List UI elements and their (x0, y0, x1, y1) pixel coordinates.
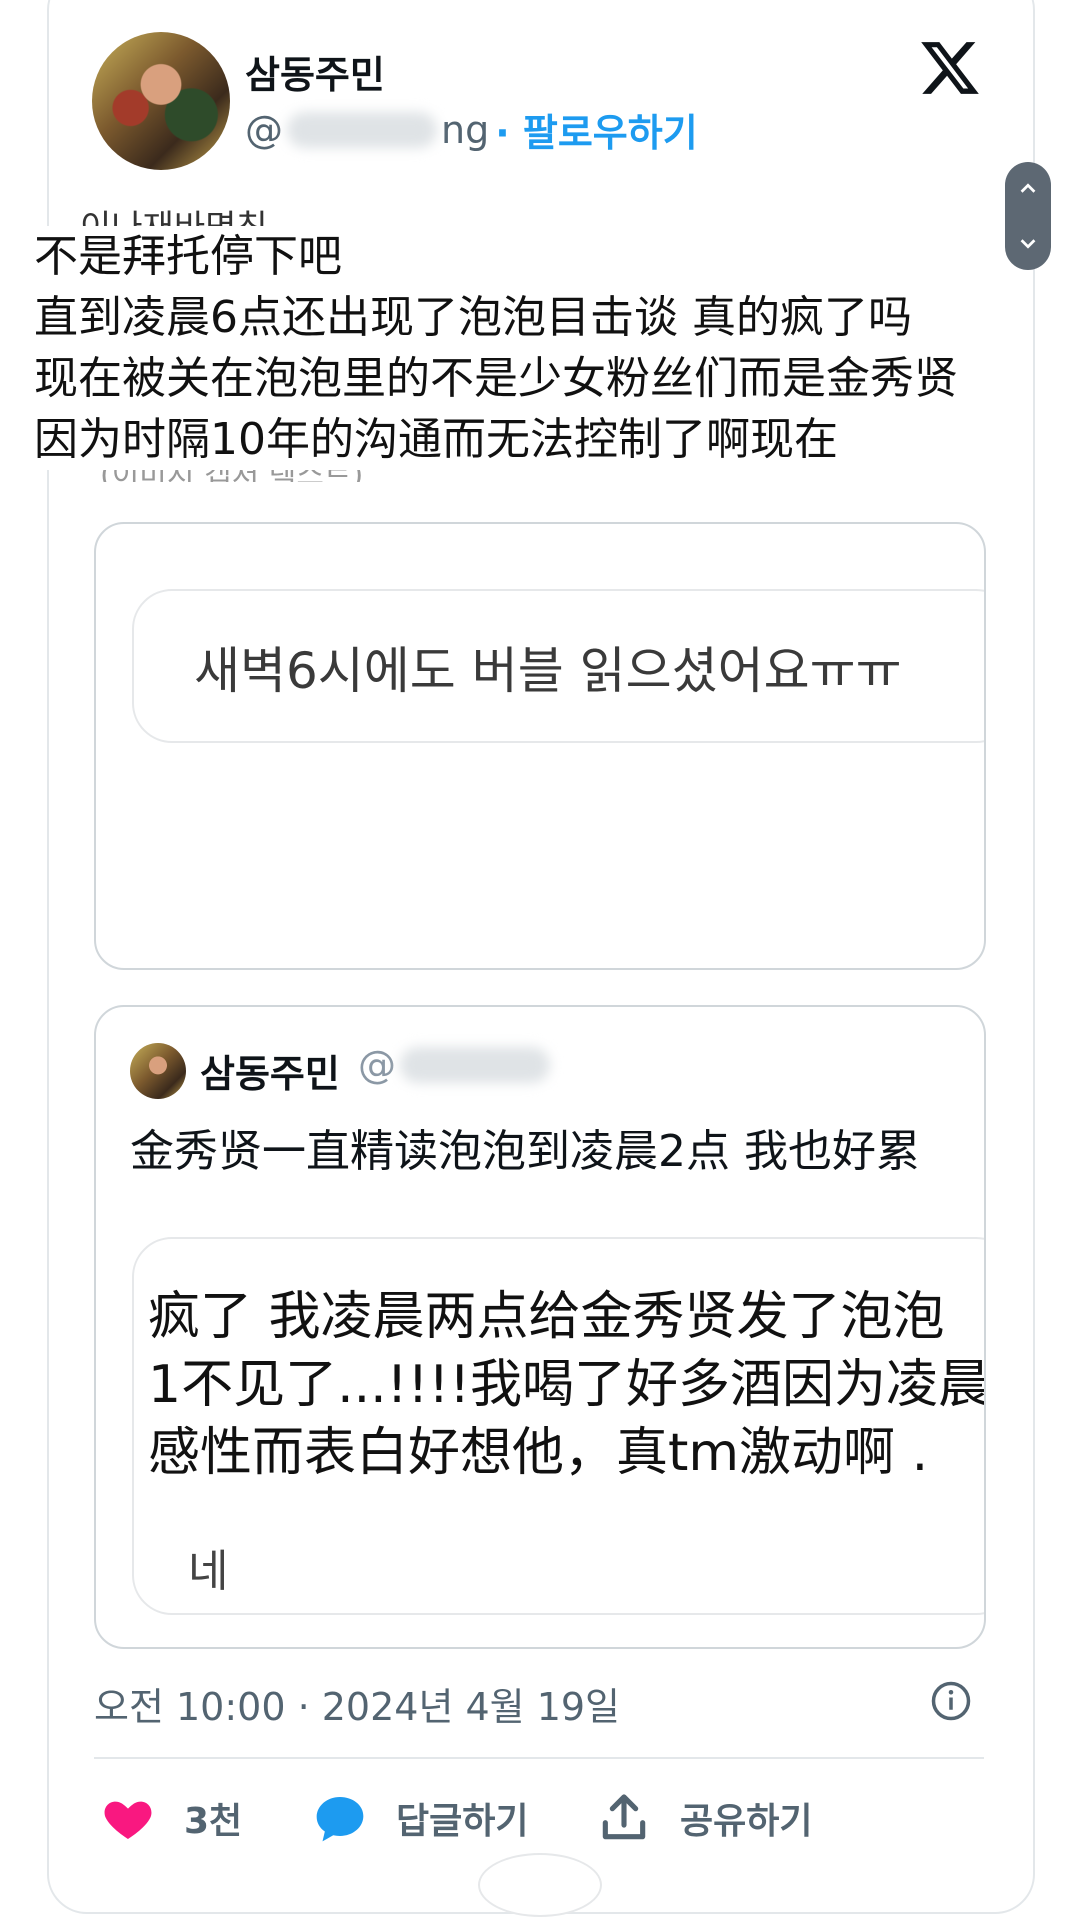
handle-blur (287, 111, 437, 148)
quoted-tweet[interactable]: 삼동주민 @ 金秀贤一直精读泡泡到凌晨2点 我也好累 疯了 我凌晨两点给金秀贤发… (94, 1005, 986, 1649)
follow-button[interactable]: · 팔로우하기 (495, 102, 697, 157)
quote-image-line: 疯了 我凌晨两点给金秀贤发了泡泡 (148, 1287, 945, 1347)
author-avatar[interactable] (92, 32, 230, 170)
quote-avatar (130, 1043, 186, 1099)
original-text-fragment-2: (이미지 캡처 텍스트) (100, 470, 740, 482)
divider (94, 1757, 984, 1759)
chat-bubble: 새벽6시에도 버블 읽으셨어요ㅠㅠ (132, 589, 984, 743)
quote-text: 金秀贤一直精读泡泡到凌晨2点 我也好累 (130, 1126, 920, 1177)
like-count: 3천 (184, 1801, 243, 1842)
share-label: 공유하기 (680, 1801, 813, 1842)
reply-bubble-icon (316, 1797, 364, 1842)
action-bar: 3천 답글하기 공유하기 (0, 1790, 1080, 1850)
author-handle[interactable]: @ (245, 108, 283, 152)
quote-image-text: 疯了 我凌晨两点给金秀贤发了泡泡 1不见了...!!!!我喝了好多酒因为凌晨 感… (148, 1283, 986, 1487)
author-handle-suffix: ng (441, 107, 490, 152)
author-handle-row: @ ng · 팔로우하기 (245, 102, 698, 157)
like-button[interactable]: 3천 (100, 1790, 242, 1846)
overlay-line: 因为时隔10年的沟通而无法控制了啊现在 (34, 409, 844, 470)
quote-image-korean: 네 (188, 1546, 229, 1597)
overlay-line: 不是拜托停下吧 (34, 226, 348, 287)
author-name[interactable]: 삼동주민 (245, 44, 385, 99)
attached-image[interactable]: 새벽6시에도 버블 읽으셨어요ㅠㅠ (94, 522, 986, 970)
bottom-handle (478, 1853, 602, 1917)
quote-author-name: 삼동주민 (200, 1052, 340, 1096)
quote-image[interactable]: 疯了 我凌晨两点给金秀贤发了泡泡 1不见了...!!!!我喝了好多酒因为凌晨 感… (132, 1237, 986, 1615)
reply-label: 답글하기 (396, 1801, 529, 1842)
reply-button[interactable]: 답글하기 (312, 1790, 528, 1846)
overlay-line: 现在被关在泡泡里的不是少女粉丝们而是金秀贤 (34, 348, 964, 409)
scroll-control[interactable] (1005, 162, 1051, 270)
chevron-down-icon[interactable] (1017, 232, 1039, 254)
handle-blur (400, 1047, 550, 1083)
chat-bubble-text: 새벽6시에도 버블 읽으셨어요ㅠㅠ (194, 642, 902, 700)
overlay-line: 直到凌晨6点还出现了泡泡目击谈 真的疯了吗 (34, 287, 918, 348)
x-logo-icon[interactable] (918, 36, 982, 100)
timestamp[interactable]: 오전 10:00 · 2024년 4월 19일 (94, 1676, 620, 1731)
chevron-up-icon[interactable] (1017, 178, 1039, 200)
info-icon[interactable] (930, 1680, 972, 1722)
quote-image-line: 1不见了...!!!!我喝了好多酒因为凌晨 (148, 1355, 986, 1415)
quote-handle: @ (358, 1043, 554, 1087)
quote-image-line: 感性而表白好想他，真tm激动啊 . (148, 1423, 929, 1483)
share-upload-icon (602, 1794, 646, 1840)
quote-handle-at: @ (358, 1043, 396, 1087)
heart-icon (104, 1801, 152, 1839)
translation-overlay: 不是拜托停下吧 直到凌晨6点还出现了泡泡目击谈 真的疯了吗 现在被关在泡泡里的不… (34, 226, 964, 470)
share-button[interactable]: 공유하기 (596, 1790, 812, 1846)
